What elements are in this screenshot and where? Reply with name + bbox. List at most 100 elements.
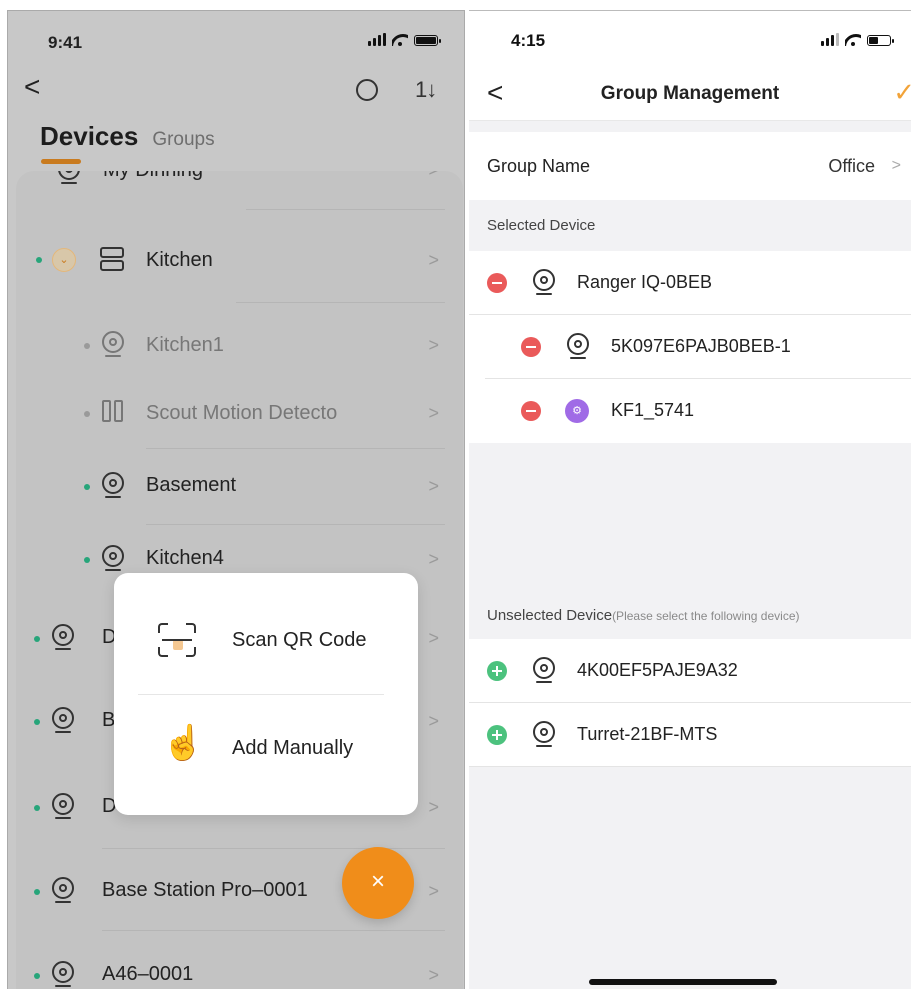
- hub-icon: [100, 247, 124, 273]
- wifi-icon: [845, 34, 861, 46]
- motion-sensor-icon: [102, 400, 126, 424]
- device-label: Kitchen1: [146, 334, 224, 356]
- list-item[interactable]: A46–0001 >: [16, 930, 463, 989]
- close-fab-button[interactable]: ×: [342, 847, 414, 919]
- home-indicator: [589, 979, 777, 985]
- back-button[interactable]: <: [24, 73, 40, 101]
- add-device-icon[interactable]: [487, 661, 507, 681]
- group-name-row[interactable]: Group Name Office >: [469, 132, 911, 200]
- device-name: 5K097E6PAJB0BEB-1: [611, 336, 791, 356]
- device-label: Basement: [146, 474, 237, 496]
- top-nav: < 1↓: [8, 73, 464, 113]
- device-name: Turret-21BF-MTS: [577, 724, 718, 744]
- add-manually-label: Add Manually: [232, 737, 354, 759]
- camera-icon: [52, 961, 74, 987]
- camera-icon: [102, 545, 124, 571]
- confirm-check-icon[interactable]: ✓: [893, 77, 911, 108]
- unselected-heading: Unselected Device(Please select the foll…: [487, 607, 800, 624]
- status-bar: 4:15: [469, 11, 911, 71]
- camera-icon: [102, 472, 124, 498]
- top-nav: < Group Management ✓: [469, 71, 911, 121]
- list-item[interactable]: Basement >: [16, 448, 463, 515]
- unselected-device-list: 4K00EF5PAJE9A32 Turret-21BF-MTS: [469, 639, 911, 767]
- online-dot: [34, 805, 40, 811]
- sort-button[interactable]: 1↓: [415, 77, 437, 103]
- status-bar: 9:41: [8, 11, 464, 67]
- signal-icon: [368, 33, 386, 46]
- device-name: 4K00EF5PAJE9A32: [577, 660, 738, 680]
- unselected-heading-label: Unselected Device: [487, 607, 613, 624]
- selected-heading: Selected Device: [487, 217, 596, 234]
- online-dot: [34, 889, 40, 895]
- status-time: 9:41: [48, 33, 83, 52]
- camera-icon: [533, 657, 555, 683]
- online-dot: [34, 636, 40, 642]
- list-item: ⚙ KF1_5741: [469, 379, 911, 443]
- keyfob-icon: ⚙: [565, 399, 589, 423]
- chevron-right-icon: >: [428, 335, 439, 355]
- divider: [102, 930, 445, 931]
- device-label: Scout Motion Detecto: [146, 402, 338, 424]
- tab-devices[interactable]: Devices: [40, 121, 138, 164]
- device-label: A46–0001: [102, 963, 194, 985]
- qr-scan-icon: [158, 623, 196, 657]
- camera-icon: [567, 333, 589, 359]
- camera-icon: [102, 331, 124, 357]
- tap-hand-icon: ☝: [162, 724, 205, 762]
- remove-device-icon[interactable]: [487, 273, 507, 293]
- wifi-icon: [392, 34, 408, 46]
- divider: [469, 766, 911, 767]
- expand-toggle-icon[interactable]: ⌄: [52, 248, 76, 272]
- offline-dot: [84, 343, 90, 349]
- online-dot: [84, 557, 90, 563]
- device-label: Kitchen: [146, 249, 213, 271]
- online-dot: [36, 257, 42, 263]
- selected-device-list: Ranger IQ-0BEB 5K097E6PAJB0BEB-1 ⚙ KF1_5…: [469, 251, 911, 443]
- device-name: KF1_5741: [611, 400, 695, 420]
- divider: [138, 694, 384, 695]
- tab-groups[interactable]: Groups: [152, 129, 214, 151]
- battery-icon: [414, 35, 441, 46]
- list-item[interactable]: My Dinning >: [16, 171, 463, 201]
- camera-icon: [533, 269, 555, 295]
- chevron-right-icon: >: [891, 157, 901, 174]
- online-dot: [34, 719, 40, 725]
- divider: [146, 524, 445, 525]
- camera-icon: [52, 877, 74, 903]
- page-title: Group Management: [600, 83, 780, 104]
- list-item: 5K097E6PAJB0BEB-1: [469, 315, 911, 379]
- online-dot: [34, 973, 40, 979]
- system-icons: [821, 33, 894, 46]
- list-item[interactable]: Kitchen1 >: [16, 302, 463, 374]
- chevron-right-icon: >: [428, 250, 439, 270]
- camera-icon: [58, 171, 80, 184]
- add-device-icon[interactable]: [487, 725, 507, 745]
- camera-icon: [52, 707, 74, 733]
- signal-icon: [821, 33, 839, 46]
- list-item[interactable]: Scout Motion Detecto >: [16, 382, 463, 442]
- add-manually-option[interactable]: ☝ Add Manually: [114, 699, 418, 799]
- camera-icon: [533, 721, 555, 747]
- search-icon[interactable]: [356, 79, 378, 101]
- chevron-right-icon: >: [428, 476, 439, 496]
- add-device-menu: Scan QR Code ☝ Add Manually: [114, 573, 418, 815]
- list-item[interactable]: ⌄ Kitchen >: [16, 209, 463, 289]
- divider: [246, 209, 445, 210]
- group-management-screen: 4:15 < Group Management ✓ Group Name Off…: [469, 10, 911, 989]
- remove-device-icon[interactable]: [521, 401, 541, 421]
- chevron-right-icon: >: [428, 965, 439, 985]
- chevron-right-icon: >: [428, 171, 439, 181]
- scan-qr-option[interactable]: Scan QR Code: [114, 591, 418, 691]
- device-tabs: Devices Groups: [40, 121, 215, 164]
- group-name-label: Group Name: [487, 156, 591, 176]
- unselected-hint: (Please select the following device): [612, 609, 800, 623]
- scan-qr-label: Scan QR Code: [232, 629, 367, 651]
- offline-dot: [84, 411, 90, 417]
- device-label: Base Station Pro–0001: [102, 879, 308, 901]
- device-label: Kitchen4: [146, 547, 224, 569]
- device-name: Ranger IQ-0BEB: [577, 272, 713, 292]
- remove-device-icon[interactable]: [521, 337, 541, 357]
- camera-icon: [52, 624, 74, 650]
- list-item: Turret-21BF-MTS: [469, 703, 911, 767]
- battery-icon: [867, 35, 894, 46]
